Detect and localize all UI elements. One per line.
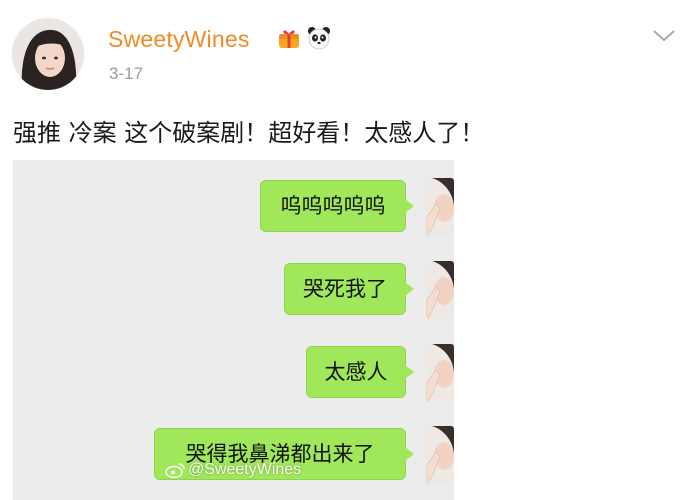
chat-screenshot[interactable]: 呜呜呜呜呜 哭死我了 太感人 哭得我鼻涕都出来了 xyxy=(13,160,454,500)
watermark: @SweetyWines xyxy=(165,461,301,479)
face-thumbnail-icon xyxy=(426,178,454,236)
chat-avatar xyxy=(426,178,454,236)
weibo-logo-icon xyxy=(165,463,185,478)
face-thumbnail-icon xyxy=(426,261,454,319)
avatar[interactable] xyxy=(12,18,84,90)
chat-message: 太感人 xyxy=(13,336,454,402)
panda-badge-icon[interactable] xyxy=(307,26,331,50)
face-thumbnail-icon xyxy=(426,426,454,484)
watermark-text: @SweetyWines xyxy=(188,461,302,478)
chat-bubble: 呜呜呜呜呜 xyxy=(260,180,414,232)
chat-message: 呜呜呜呜呜 xyxy=(13,170,454,236)
face-thumbnail-icon xyxy=(426,344,454,402)
avatar-photo-icon xyxy=(12,18,84,90)
post-text: 强推 冷案 这个破案剧！超好看！太感人了！ xyxy=(13,119,485,147)
chevron-down-icon[interactable] xyxy=(651,28,677,44)
gift-badge-icon[interactable] xyxy=(277,26,301,50)
chat-bubble: 太感人 xyxy=(306,346,414,398)
user-badges xyxy=(277,26,331,50)
chat-avatar xyxy=(426,261,454,319)
username[interactable]: SweetyWines xyxy=(108,26,250,53)
chat-bubble: 哭死我了 xyxy=(284,263,414,315)
post-date: 3-17 xyxy=(109,64,144,83)
chat-message: 哭死我了 xyxy=(13,253,454,319)
chat-avatar xyxy=(426,344,454,402)
chat-avatar xyxy=(426,426,454,484)
